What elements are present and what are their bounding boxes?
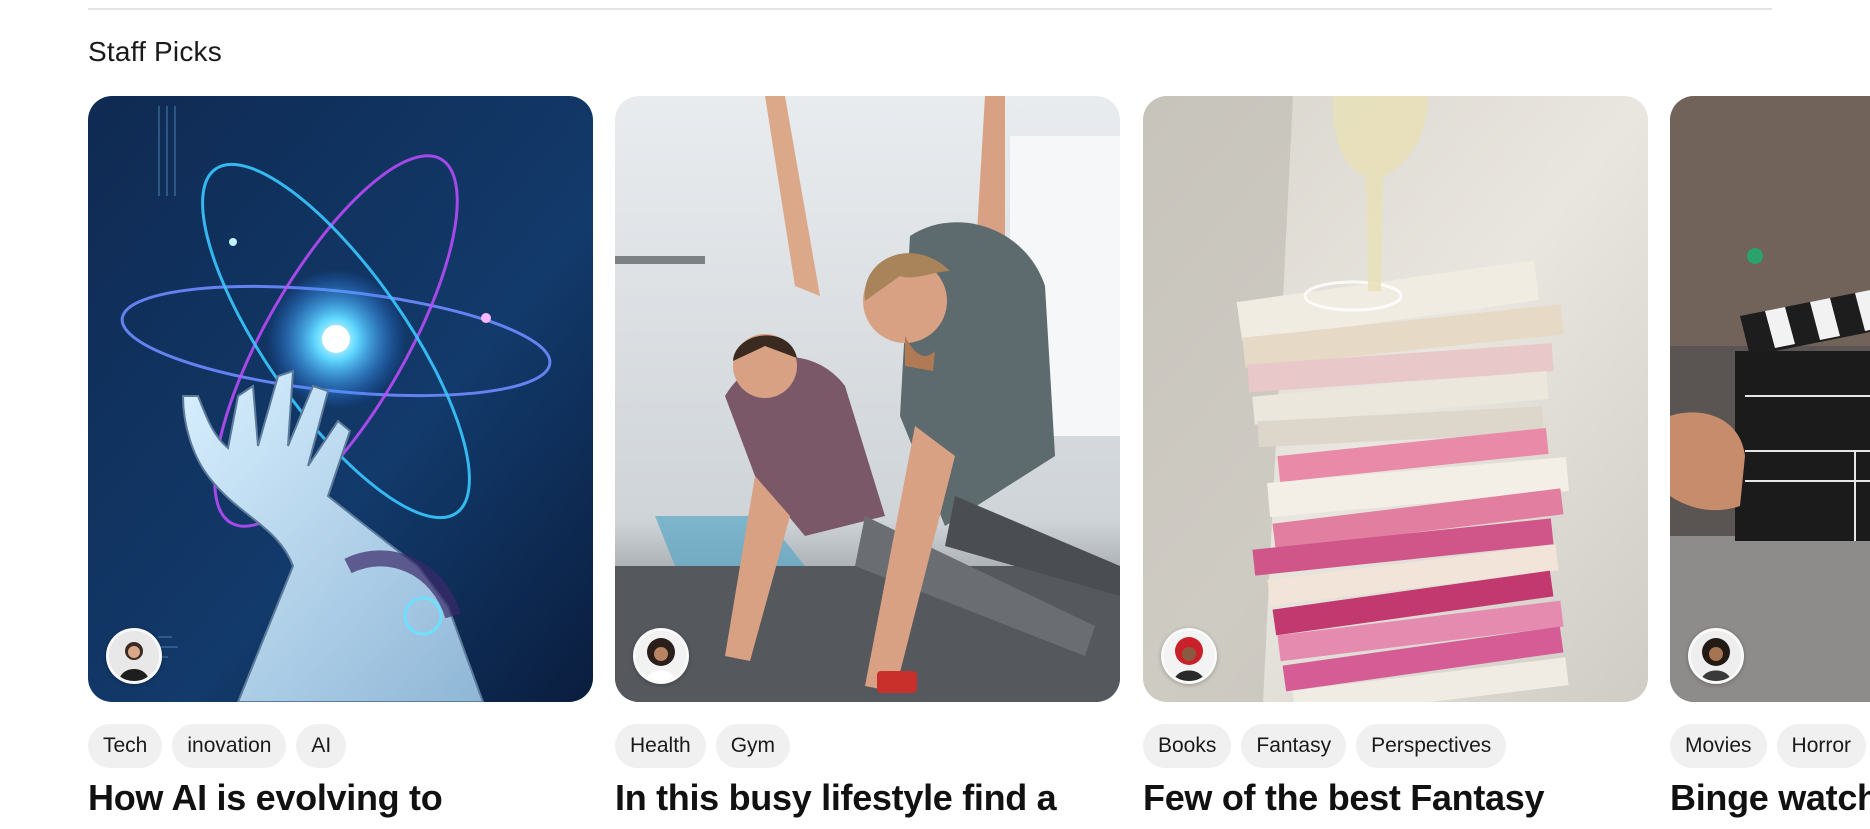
section-title: Staff Picks xyxy=(88,36,222,67)
tag-chip[interactable]: Health xyxy=(615,724,706,768)
staff-picks-carousel: Tech inovation AI How AI is evolving to xyxy=(88,96,1870,829)
author-avatar[interactable] xyxy=(1688,628,1744,684)
author-avatar[interactable] xyxy=(1161,628,1217,684)
tag-list: Tech inovation AI xyxy=(88,724,347,768)
article-card[interactable]: Health Gym In this busy lifestyle find a xyxy=(615,96,1120,829)
book-stack-image xyxy=(1143,96,1648,702)
robotic-hand-atom-image xyxy=(88,96,593,702)
tag-chip[interactable]: Gym xyxy=(715,724,791,768)
tag-chip[interactable]: Movies xyxy=(1670,724,1767,768)
article-card[interactable]: Tech inovation AI How AI is evolving to xyxy=(88,96,593,829)
tag-list: Books Fantasy Perspectives xyxy=(1143,724,1507,768)
tag-chip[interactable]: Perspectives xyxy=(1356,724,1507,768)
article-thumbnail[interactable] xyxy=(88,96,593,702)
tag-chip[interactable]: Fantasy xyxy=(1241,724,1347,768)
tag-chip[interactable]: Horror xyxy=(1776,724,1867,768)
article-title[interactable]: In this busy lifestyle find a xyxy=(615,776,1175,820)
article-title[interactable]: Binge watch xyxy=(1670,776,1870,820)
article-card[interactable]: Movies Horror Binge watch xyxy=(1670,96,1870,829)
tag-chip[interactable]: Books xyxy=(1143,724,1232,768)
article-thumbnail[interactable] xyxy=(615,96,1120,702)
article-title[interactable]: How AI is evolving to xyxy=(88,776,648,820)
tag-chip[interactable]: Tech xyxy=(88,724,163,768)
section-divider xyxy=(88,8,1772,10)
tag-list: Health Gym xyxy=(615,724,791,768)
article-title[interactable]: Few of the best Fantasy xyxy=(1143,776,1703,820)
tag-chip[interactable]: AI xyxy=(296,724,347,768)
article-thumbnail[interactable] xyxy=(1143,96,1648,702)
author-avatar[interactable] xyxy=(106,628,162,684)
author-avatar[interactable] xyxy=(633,628,689,684)
article-thumbnail[interactable] xyxy=(1670,96,1870,702)
tag-chip[interactable]: inovation xyxy=(172,724,287,768)
article-card[interactable]: Books Fantasy Perspectives Few of the be… xyxy=(1143,96,1648,829)
tag-list: Movies Horror xyxy=(1670,724,1867,768)
clapperboard-image xyxy=(1670,96,1870,702)
gym-workout-image xyxy=(615,96,1120,702)
